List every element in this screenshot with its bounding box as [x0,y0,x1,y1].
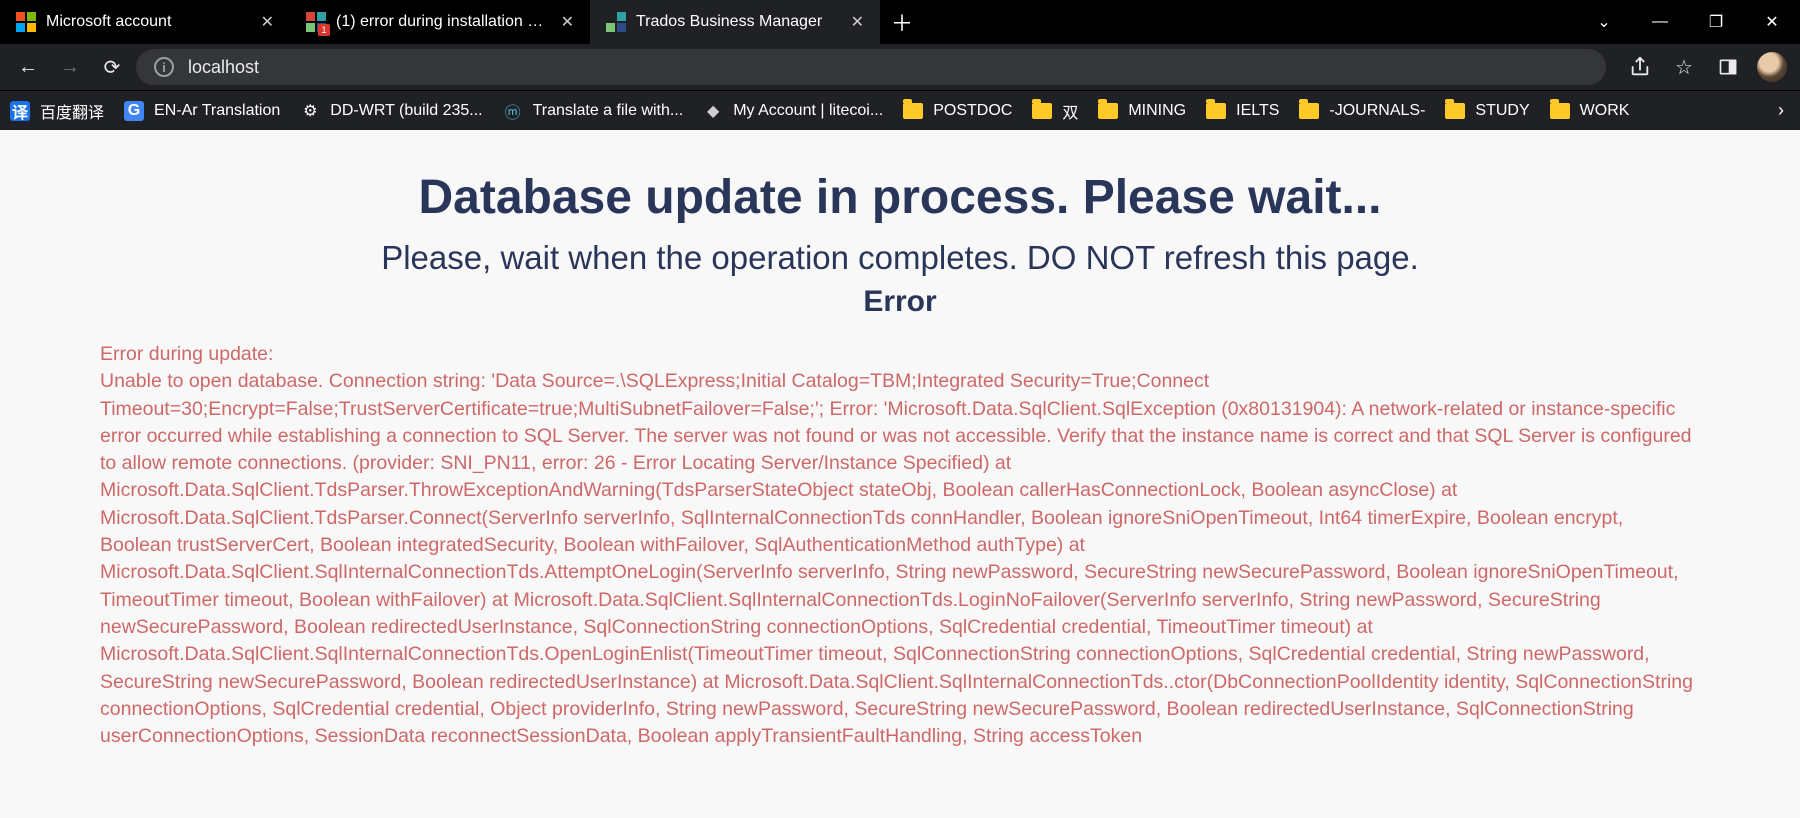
profile-avatar[interactable] [1754,49,1790,85]
folder-icon [1445,101,1465,121]
matecat-icon: ⓜ [503,101,523,121]
bookmark-litecoin-account[interactable]: ◆ My Account | litecoi... [703,101,883,121]
bookmark-folder-journals[interactable]: -JOURNALS- [1299,101,1425,121]
google-translate-icon: G [124,101,144,121]
tab-title: (1) error during installation of en [336,13,551,31]
bookmark-translate-file[interactable]: ⓜ Translate a file with... [503,101,684,121]
browser-titlebar: Microsoft account ✕ (1) error during ins… [0,0,1800,44]
window-controls: ⌄ ― ❐ ✕ [1576,0,1800,44]
bookmark-label: 双 [1062,99,1078,123]
bookmark-folder-shuang[interactable]: 双 [1032,99,1078,123]
page-subheading: Please, wait when the operation complete… [100,239,1700,277]
bookmark-ddwrt[interactable]: ⚙ DD-WRT (build 235... [300,101,482,121]
bookmark-label: 百度翻译 [40,99,104,123]
tab-error-during-install[interactable]: (1) error during installation of en ✕ [290,0,590,44]
folder-icon [1550,101,1570,121]
page-content: Database update in process. Please wait.… [0,130,1800,818]
reload-button[interactable]: ⟳ [94,49,130,85]
forward-button[interactable]: → [52,49,88,85]
error-heading: Error [100,285,1700,319]
trados-icon [606,12,626,32]
new-tab-button[interactable]: ＋ [880,0,924,44]
litecoin-icon: ◆ [703,101,723,121]
folder-icon [903,101,923,121]
bookmark-label: DD-WRT (build 235... [330,102,482,120]
folder-icon [1098,101,1118,121]
page-heading: Database update in process. Please wait.… [100,170,1700,225]
bookmarks-overflow-button[interactable]: › [1778,100,1790,121]
tab-trados-business-manager[interactable]: Trados Business Manager ✕ [590,0,880,44]
minimize-button[interactable]: ― [1632,0,1688,44]
tab-microsoft-account[interactable]: Microsoft account ✕ [0,0,290,44]
bookmark-folder-postdoc[interactable]: POSTDOC [903,101,1012,121]
translate-icon: 译 [10,101,30,121]
bookmark-star-icon[interactable]: ☆ [1666,49,1702,85]
folder-icon [1032,101,1052,121]
tab-title: Microsoft account [46,13,251,31]
bookmark-folder-mining[interactable]: MINING [1098,101,1186,121]
side-panel-icon[interactable] [1710,49,1746,85]
url-text: localhost [188,57,259,78]
bookmark-label: STUDY [1475,102,1529,120]
router-icon: ⚙ [300,101,320,121]
bookmark-folder-work[interactable]: WORK [1550,101,1630,121]
address-bar-row: ← → ⟳ i localhost ☆ [0,44,1800,90]
chevron-down-icon[interactable]: ⌄ [1576,0,1632,44]
tab-title: Trados Business Manager [636,13,841,31]
bookmark-baidu-translate[interactable]: 译 百度翻译 [10,99,104,123]
close-button[interactable]: ✕ [1744,0,1800,44]
bookmark-label: Translate a file with... [533,102,684,120]
bookmark-en-ar-translation[interactable]: G EN-Ar Translation [124,101,280,121]
bookmark-label: My Account | litecoi... [733,102,883,120]
close-icon[interactable]: ✕ [561,12,574,32]
site-info-icon[interactable]: i [154,57,174,77]
trados-icon [306,12,326,32]
folder-icon [1206,101,1226,121]
address-bar[interactable]: i localhost [136,49,1606,85]
bookmark-label: EN-Ar Translation [154,102,280,120]
close-icon[interactable]: ✕ [261,12,274,32]
bookmarks-bar: 译 百度翻译 G EN-Ar Translation ⚙ DD-WRT (bui… [0,90,1800,130]
microsoft-icon [16,12,36,32]
bookmark-label: MINING [1128,102,1186,120]
share-icon[interactable] [1622,49,1658,85]
close-icon[interactable]: ✕ [851,12,864,32]
bookmark-label: WORK [1580,102,1630,120]
bookmark-folder-study[interactable]: STUDY [1445,101,1529,121]
folder-icon [1299,101,1319,121]
maximize-button[interactable]: ❐ [1688,0,1744,44]
back-button[interactable]: ← [10,49,46,85]
toolbar-right: ☆ [1622,49,1790,85]
error-message: Error during update: Unable to open data… [100,341,1700,750]
bookmark-label: IELTS [1236,102,1279,120]
bookmark-label: POSTDOC [933,102,1012,120]
bookmark-folder-ielts[interactable]: IELTS [1206,101,1279,121]
bookmark-label: -JOURNALS- [1329,102,1425,120]
